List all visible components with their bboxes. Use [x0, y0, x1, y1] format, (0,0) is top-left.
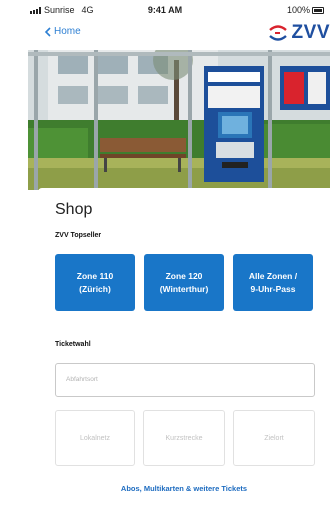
more-tickets-link[interactable]: Abos, Multikarten & weitere Tickets	[38, 484, 330, 493]
topseller-heading: ZVV Topseller	[55, 232, 102, 239]
all-zones-button[interactable]: Alle Zonen / 9-Uhr-Pass	[233, 254, 313, 311]
zvv-logo-mark-icon	[268, 25, 287, 41]
chevron-left-icon	[44, 26, 51, 37]
status-bar: Sunrise 4G 9:41 AM 100%	[0, 0, 330, 20]
topseller-buttons: Zone 110 (Zürich) Zone 120 (Winterthur) …	[55, 254, 313, 311]
logo-text: ZVV	[291, 22, 330, 43]
page-title: Shop	[55, 201, 93, 218]
zvv-logo: ZVV	[267, 22, 330, 44]
zielort-button[interactable]: Zielort	[233, 410, 315, 466]
battery-percent: 100%	[286, 5, 310, 15]
ticketwahl-heading: Ticketwahl	[55, 341, 91, 348]
back-button[interactable]: Home	[44, 26, 81, 37]
battery-icon	[312, 6, 324, 14]
zone-120-button[interactable]: Zone 120 (Winterthur)	[144, 254, 224, 311]
hero-image	[28, 50, 330, 190]
status-time: 9:41 AM	[147, 5, 183, 15]
kurzstrecke-button[interactable]: Kurzstrecke	[143, 410, 225, 466]
ticket-machine-photo	[28, 50, 330, 190]
shop-card: Shop ZVV Topseller Zone 110 (Zürich) Zon…	[38, 188, 330, 510]
back-label: Home	[54, 26, 81, 37]
ticket-options: Lokalnetz Kurzstrecke Zielort	[55, 410, 315, 466]
nav-bar: Home ZVV	[0, 20, 330, 52]
lokalnetz-button[interactable]: Lokalnetz	[55, 410, 135, 466]
departure-input[interactable]: Abfahrtsort	[55, 363, 315, 397]
zone-110-button[interactable]: Zone 110 (Zürich)	[55, 254, 135, 311]
status-right: 100%	[287, 5, 324, 15]
